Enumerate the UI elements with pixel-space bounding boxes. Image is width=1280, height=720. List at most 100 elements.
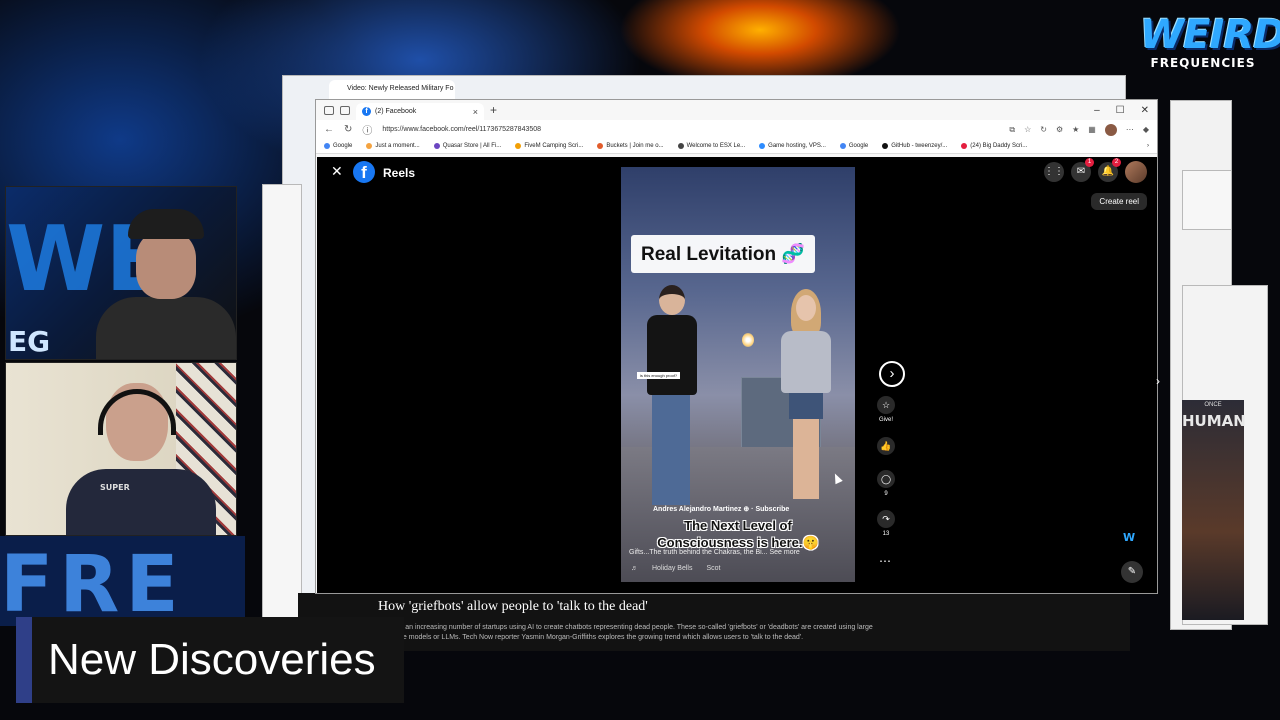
weird-frequencies-logo: WEIRD FREQUENCIES: [1140, 12, 1280, 70]
share-action[interactable]: ↷ 13: [875, 510, 897, 537]
reel-author[interactable]: Andres Alejandro Martinez ⊕ · Subscribe: [653, 505, 789, 513]
game-ad-banner[interactable]: ONCE HUMAN: [1182, 400, 1246, 620]
give-action[interactable]: ☆ Give!: [875, 396, 897, 423]
compose-icon[interactable]: ✎: [1121, 561, 1143, 583]
facebook-logo-icon[interactable]: f: [353, 161, 375, 183]
like-action[interactable]: 👍: [875, 437, 897, 455]
close-reels-icon[interactable]: ✕: [331, 163, 343, 180]
headphones-icon: [98, 389, 176, 435]
news-article-preview[interactable]: How 'griefbots' allow people to 'talk to…: [298, 593, 1130, 651]
background-window-right-small[interactable]: [1182, 170, 1232, 230]
messenger-icon[interactable]: ✉ 1: [1071, 158, 1094, 182]
profile-avatar[interactable]: [1104, 123, 1117, 136]
reels-viewer: ✕ f Reels ⋮⋮ ✉ 1 🔔 2 Create reel Real Le…: [317, 157, 1157, 593]
levitating-flame: [742, 333, 754, 347]
tab-actions-icon[interactable]: [340, 105, 350, 115]
comment-action[interactable]: ◯ 9: [875, 470, 897, 497]
messenger-badge: 1: [1085, 158, 1094, 167]
comment-count: 9: [884, 491, 888, 497]
stream-background-logo: FRE: [0, 536, 245, 630]
webcam-host-1: WE EG: [5, 186, 237, 360]
share-icon[interactable]: ↷: [877, 510, 895, 528]
back-icon[interactable]: ←: [324, 124, 334, 135]
chevron-right-icon[interactable]: ›: [1156, 374, 1160, 388]
close-tab-icon[interactable]: ×: [473, 107, 478, 117]
host-1-figure: [86, 209, 236, 359]
video-overlay-caption: The Next Level of Consciousness is here.…: [657, 518, 819, 550]
man-figure: [647, 285, 697, 515]
site-info-icon[interactable]: ⓘ: [362, 122, 372, 137]
reels-title: Reels: [383, 166, 416, 180]
new-tab-button[interactable]: +: [490, 103, 497, 117]
bookmark-item[interactable]: Buckets | Join me o...: [597, 143, 664, 149]
user-avatar[interactable]: [1125, 161, 1147, 183]
bookmark-item[interactable]: Just a moment...: [366, 143, 420, 149]
copilot-icon[interactable]: ◆: [1143, 125, 1149, 134]
bookmark-item[interactable]: Google: [839, 143, 868, 149]
music-note-icon: ♬: [631, 565, 638, 572]
give-star-icon[interactable]: ☆: [877, 396, 895, 414]
stream-frame: WEIRD FREQUENCIES Video: Newly Released …: [0, 0, 1280, 720]
host-2-figure: SUPER: [66, 379, 226, 535]
favorites-icon[interactable]: ★: [1072, 125, 1079, 134]
lower-third-banner: New Discoveries: [16, 617, 404, 703]
bookmark-item[interactable]: Quasar Store | All Fi...: [433, 143, 501, 149]
bookmark-item[interactable]: GitHub - tweenzey/...: [882, 143, 947, 149]
bookmark-favicon-icon: [839, 143, 846, 149]
tab-facebook[interactable]: f (2) Facebook ×: [356, 103, 484, 120]
more-options-icon[interactable]: ⋯: [879, 554, 891, 568]
bookmark-favicon-icon: [515, 143, 522, 149]
comment-icon[interactable]: ◯: [877, 470, 895, 488]
like-icon[interactable]: 👍: [877, 437, 895, 455]
bookmark-favicon-icon: [366, 143, 373, 149]
workspaces-icon[interactable]: [324, 105, 334, 115]
bookmark-item[interactable]: (24) Big Daddy Scri...: [961, 143, 1027, 149]
bookmarks-bar: Google Just a moment... Quasar Store | All…: [316, 139, 1157, 154]
favorite-star-icon[interactable]: ☆: [1024, 125, 1031, 134]
background-window-left[interactable]: [262, 184, 302, 644]
tab-title: (2) Facebook: [375, 108, 417, 115]
more-menu-icon[interactable]: ⋯: [1126, 125, 1134, 134]
reload-extension-icon[interactable]: ↻: [1040, 125, 1047, 134]
bookmark-favicon-icon: [759, 143, 766, 149]
minimize-icon[interactable]: –: [1094, 105, 1100, 116]
music-track: Holiday Bells: [652, 565, 693, 572]
menu-grid-icon[interactable]: ⋮⋮: [1044, 162, 1064, 182]
notifications-badge: 2: [1112, 158, 1121, 167]
close-window-icon[interactable]: ✕: [1141, 105, 1149, 116]
reel-video[interactable]: Real Levitation 🧬 is this enough proof? …: [621, 167, 855, 582]
window-controls: – ☐ ✕: [1094, 105, 1157, 116]
reels-top-icons: ⋮⋮ ✉ 1 🔔 2: [1044, 158, 1147, 183]
bookmark-favicon-icon: [324, 143, 330, 149]
refresh-icon[interactable]: ↻: [344, 124, 352, 135]
collections-icon[interactable]: ▦: [1088, 125, 1096, 134]
extension-icon[interactable]: ⚙: [1056, 125, 1063, 134]
create-reel-button[interactable]: Create reel: [1091, 193, 1147, 210]
reel-music[interactable]: ♬ Holiday Bells Scot: [631, 565, 720, 572]
webcam-host-2: SUPER: [5, 362, 237, 536]
browser-titlebar: f (2) Facebook × + – ☐ ✕: [316, 100, 1157, 120]
split-screen-icon[interactable]: ⧉: [1009, 125, 1015, 135]
bookmark-favicon-icon: [597, 143, 604, 149]
notifications-bell-icon[interactable]: 🔔 2: [1098, 158, 1121, 182]
bookmark-item[interactable]: Google: [324, 143, 352, 149]
bookmark-favicon-icon: [882, 143, 889, 149]
reel-description[interactable]: Gifts...The truth behind the Chakras, th…: [629, 549, 800, 556]
woman-figure: [781, 289, 831, 509]
bookmark-item[interactable]: Game hosting, VPS...: [759, 143, 826, 149]
next-reel-button[interactable]: ›: [879, 361, 905, 387]
channel-logo-icon: W: [1123, 531, 1136, 544]
bookmark-item[interactable]: FiveM Camping Scri...: [515, 143, 583, 149]
bookmark-favicon-icon: [677, 143, 684, 149]
address-bar: ← ↻ ⓘ https://www.facebook.com/reel/1173…: [316, 120, 1157, 139]
background-tab[interactable]: Video: Newly Released Military Fo: [329, 80, 455, 100]
url-input[interactable]: https://www.facebook.com/reel/1173675287…: [382, 126, 541, 133]
bookmark-item[interactable]: Welcome to ESX Le...: [677, 143, 745, 149]
article-body: There is an increasing number of startup…: [378, 624, 873, 641]
maximize-icon[interactable]: ☐: [1116, 105, 1125, 116]
bookmarks-overflow-icon[interactable]: ›: [1147, 143, 1149, 149]
share-count: 13: [882, 531, 890, 537]
music-artist: Scot: [706, 565, 721, 572]
article-headline[interactable]: How 'griefbots' allow people to 'talk to…: [378, 599, 648, 615]
bookmark-favicon-icon: [961, 143, 968, 149]
